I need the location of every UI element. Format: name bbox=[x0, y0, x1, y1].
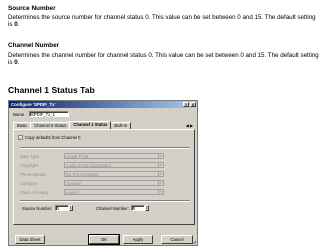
tab-channel-0-status[interactable]: Channel 0 Status bbox=[30, 122, 71, 129]
channel-number-description: Determines the channel number for channe… bbox=[8, 52, 319, 67]
copyright-select[interactable]: Audio is not copyrighted ▼ bbox=[64, 162, 164, 168]
chevron-down-icon: ▼ bbox=[158, 181, 163, 185]
channel-number-spinner[interactable]: 0 ▴ ▾ bbox=[130, 205, 149, 211]
resize-grip-icon[interactable]: ◢ bbox=[193, 239, 196, 244]
spin-arrows-icon[interactable]: ▴ ▾ bbox=[68, 205, 73, 211]
name-label: Name bbox=[13, 111, 25, 117]
apply-button[interactable]: Apply bbox=[123, 235, 153, 244]
source-number-input[interactable]: 0 bbox=[54, 205, 69, 211]
category-label: Category bbox=[20, 181, 37, 186]
source-number-heading: Source Number bbox=[8, 5, 56, 12]
section-heading: Channel 1 Status Tab bbox=[8, 85, 95, 95]
dialog-titlebar: Configure 'SPDIF_Tx' ? X bbox=[9, 101, 197, 108]
pre-emphasis-label: Pre-emphasis bbox=[20, 172, 46, 177]
copy-defaults-label: Copy defaults from Channel 0 bbox=[25, 135, 81, 140]
source-number-description: Determines the source number for channel… bbox=[8, 14, 316, 29]
separator bbox=[20, 200, 190, 202]
data-type-label: Data Type bbox=[20, 154, 40, 159]
dialog-title: Configure 'SPDIF_Tx' bbox=[11, 102, 56, 107]
copyright-label: Copyright bbox=[20, 163, 38, 168]
chevron-down-icon: ▼ bbox=[158, 172, 163, 176]
name-row: Name SPDIF_Tx_1 bbox=[13, 111, 69, 117]
channel-number-label: Channel Number: bbox=[96, 205, 129, 211]
clock-accuracy-label: Clock Accuracy bbox=[20, 190, 49, 195]
clock-accuracy-select[interactable]: Level II ▼ bbox=[64, 189, 164, 195]
channel-number-input[interactable]: 0 bbox=[130, 205, 145, 211]
source-number-row: Source Number: 0 ▴ ▾ bbox=[22, 205, 73, 211]
chevron-down-icon: ▼ bbox=[158, 163, 163, 167]
tab-bar: Basic Channel 0 Status Channel 1 Status … bbox=[13, 121, 132, 129]
cancel-button[interactable]: Cancel bbox=[161, 235, 193, 244]
spin-arrows-icon[interactable]: ▴ ▾ bbox=[144, 205, 149, 211]
ok-button[interactable]: OK bbox=[88, 234, 120, 245]
channel-number-row: Channel Number: 0 ▴ ▾ bbox=[96, 205, 149, 211]
source-number-label: Source Number: bbox=[22, 205, 53, 211]
separator bbox=[20, 147, 190, 149]
chevron-down-icon: ▼ bbox=[158, 154, 163, 158]
help-button[interactable]: ? bbox=[183, 102, 189, 107]
data-sheet-button[interactable]: Data Sheet bbox=[15, 235, 45, 244]
copy-defaults-row: ✓ Copy defaults from Channel 0 bbox=[18, 135, 80, 140]
copy-defaults-checkbox[interactable]: ✓ bbox=[18, 135, 23, 140]
tab-channel-1-status[interactable]: Channel 1 Status bbox=[69, 121, 112, 129]
configure-dialog: Configure 'SPDIF_Tx' ? X Name SPDIF_Tx_1… bbox=[8, 100, 198, 246]
source-number-spinner[interactable]: 0 ▴ ▾ bbox=[54, 205, 73, 211]
close-button[interactable]: X bbox=[190, 102, 196, 107]
chevron-down-icon: ▼ bbox=[158, 190, 163, 194]
data-type-select[interactable]: Linear PCM ▼ bbox=[64, 153, 164, 159]
name-input[interactable]: SPDIF_Tx_1 bbox=[29, 111, 69, 117]
tab-built-in[interactable]: Built-in bbox=[110, 122, 132, 129]
channel-number-heading: Channel Number bbox=[8, 42, 60, 49]
category-select[interactable]: General ▼ bbox=[64, 180, 164, 186]
tab-basic[interactable]: Basic bbox=[13, 122, 32, 129]
tab-scroll-arrows[interactable]: ◀ ▶ bbox=[186, 123, 193, 128]
tab-panel: ✓ Copy defaults from Channel 0 Data Type… bbox=[13, 129, 195, 225]
pre-emphasis-select[interactable]: No Pre-emphasis ▼ bbox=[64, 171, 164, 177]
